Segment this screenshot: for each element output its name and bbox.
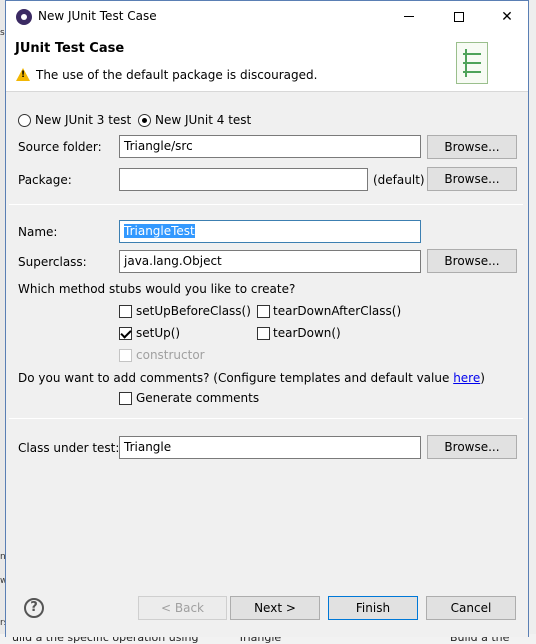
warning-icon bbox=[16, 68, 30, 81]
package-browse-button[interactable]: Browse... bbox=[427, 167, 517, 191]
source-folder-label: Source folder: bbox=[18, 140, 102, 154]
junit-banner-icon bbox=[456, 42, 488, 84]
package-default-label: (default) bbox=[373, 173, 425, 187]
generate-comments-checkbox[interactable] bbox=[119, 392, 132, 405]
teardownafterclass-checkbox[interactable] bbox=[257, 305, 270, 318]
comments-question-close: ) bbox=[480, 371, 485, 385]
minimize-icon bbox=[404, 16, 414, 17]
constructor-checkbox bbox=[119, 349, 132, 362]
junit3-radio[interactable] bbox=[18, 114, 31, 127]
setup-label[interactable]: setUp() bbox=[136, 326, 180, 340]
source-folder-browse-button[interactable]: Browse... bbox=[427, 135, 517, 159]
generate-comments-label[interactable]: Generate comments bbox=[136, 391, 259, 405]
source-folder-input[interactable]: Triangle/src bbox=[119, 135, 421, 158]
setupbeforeclass-checkbox[interactable] bbox=[119, 305, 132, 318]
junit3-label[interactable]: New JUnit 3 test bbox=[35, 113, 131, 127]
eclipse-icon bbox=[16, 9, 32, 25]
constructor-label: constructor bbox=[136, 348, 205, 362]
name-label: Name: bbox=[18, 225, 58, 239]
minimize-button[interactable] bbox=[386, 1, 432, 32]
class-under-test-input[interactable]: Triangle bbox=[119, 436, 421, 459]
back-button[interactable]: < Back bbox=[138, 596, 227, 620]
cancel-button[interactable]: Cancel bbox=[426, 596, 516, 620]
teardown-label[interactable]: tearDown() bbox=[273, 326, 341, 340]
name-input[interactable]: TriangleTest bbox=[119, 220, 421, 243]
package-input[interactable] bbox=[119, 168, 368, 191]
junit-dialog: New JUnit Test Case ✕ JUnit Test Case Th… bbox=[5, 0, 529, 637]
junit4-radio[interactable] bbox=[138, 114, 151, 127]
package-label: Package: bbox=[18, 173, 72, 187]
close-icon: ✕ bbox=[501, 8, 513, 25]
configure-templates-link[interactable]: here bbox=[453, 371, 480, 385]
title-bar: New JUnit Test Case ✕ bbox=[6, 1, 528, 32]
next-button[interactable]: Next > bbox=[230, 596, 320, 620]
finish-button[interactable]: Finish bbox=[328, 596, 418, 620]
help-icon[interactable]: ? bbox=[24, 598, 44, 618]
setupbeforeclass-label[interactable]: setUpBeforeClass() bbox=[136, 304, 251, 318]
superclass-browse-button[interactable]: Browse... bbox=[427, 249, 517, 273]
superclass-input[interactable]: java.lang.Object bbox=[119, 250, 421, 273]
class-under-test-label: Class under test: bbox=[18, 441, 120, 455]
wizard-header: JUnit Test Case The use of the default p… bbox=[6, 32, 528, 92]
junit4-label[interactable]: New JUnit 4 test bbox=[155, 113, 251, 127]
wizard-footer: ? < Back Next > Finish Cancel bbox=[6, 585, 528, 637]
class-under-test-browse-button[interactable]: Browse... bbox=[427, 435, 517, 459]
superclass-label: Superclass: bbox=[18, 255, 87, 269]
teardownafterclass-label[interactable]: tearDownAfterClass() bbox=[273, 304, 401, 318]
separator bbox=[9, 418, 523, 419]
comments-question: Do you want to add comments? (Configure … bbox=[18, 371, 485, 385]
setup-checkbox[interactable] bbox=[119, 327, 132, 340]
wizard-message: The use of the default package is discou… bbox=[36, 68, 318, 82]
comments-question-text: Do you want to add comments? (Configure … bbox=[18, 371, 454, 385]
teardown-checkbox[interactable] bbox=[257, 327, 270, 340]
stubs-question: Which method stubs would you like to cre… bbox=[18, 282, 296, 296]
maximize-icon bbox=[454, 11, 464, 22]
wizard-title: JUnit Test Case bbox=[15, 41, 125, 56]
name-value: TriangleTest bbox=[124, 224, 195, 238]
maximize-button[interactable] bbox=[436, 1, 482, 32]
window-title: New JUnit Test Case bbox=[38, 9, 157, 23]
separator bbox=[9, 204, 523, 205]
close-button[interactable]: ✕ bbox=[484, 1, 530, 32]
